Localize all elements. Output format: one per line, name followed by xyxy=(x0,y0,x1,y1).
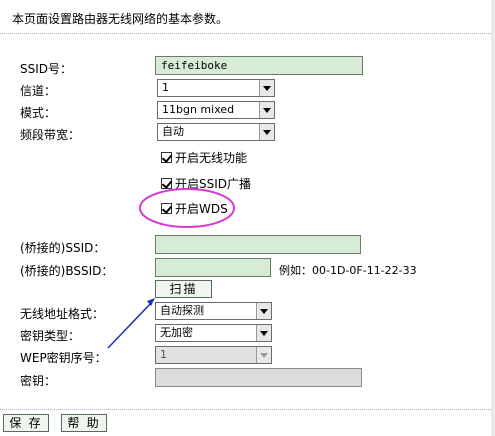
annotation-arrow-line xyxy=(107,301,153,349)
redaction-blur-patch xyxy=(254,186,450,234)
wds-highlight-circle xyxy=(139,188,235,228)
help-button[interactable]: 帮 助 xyxy=(61,414,107,432)
scrollbar-edge xyxy=(491,0,495,436)
annotation-overlay xyxy=(107,186,450,349)
annotation-arrow-head xyxy=(147,298,155,306)
save-button[interactable]: 保 存 xyxy=(3,414,49,432)
bottom-divider xyxy=(0,409,495,410)
